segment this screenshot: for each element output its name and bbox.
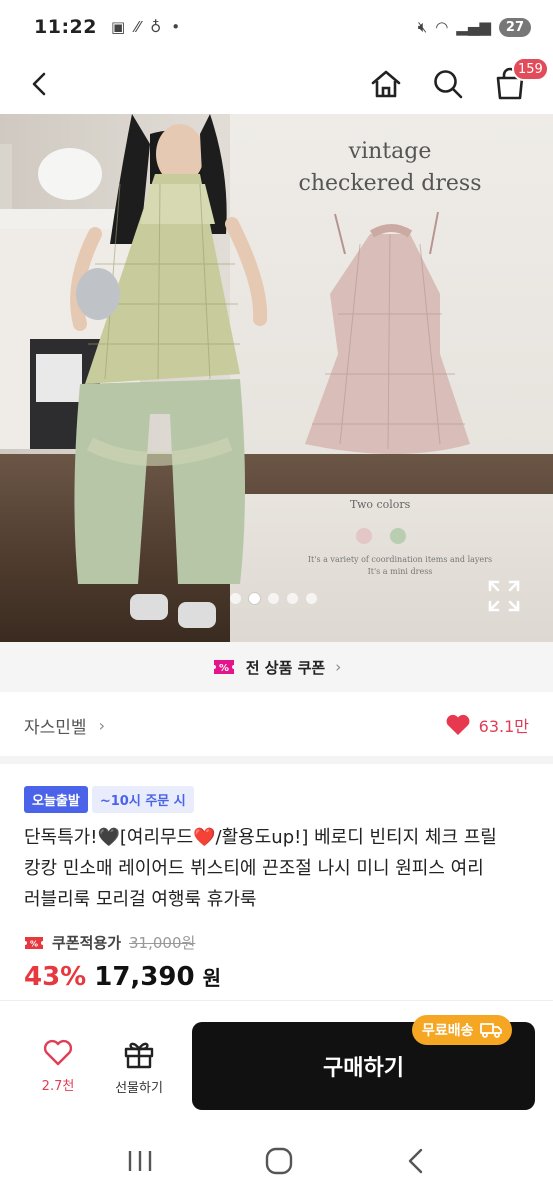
order-cutoff-tag: ~10시 주문 시: [91, 786, 194, 813]
like-count: 2.7천: [41, 1079, 75, 1094]
swatch-pink: [356, 528, 372, 544]
wifi-icon: ◠: [435, 18, 449, 36]
hero-caption: vintage checkered dress: [298, 139, 482, 196]
carousel-dot[interactable]: [287, 593, 298, 604]
search-icon[interactable]: [424, 60, 472, 108]
recent-apps-icon[interactable]: [125, 1148, 155, 1178]
gift-label: 선물하기: [115, 1081, 163, 1096]
chevron-right-icon[interactable]: ›: [99, 716, 105, 735]
truck-icon: [479, 1023, 502, 1038]
product-title: 단독특가!🖤[여리무드❤️/활용도up!] 베로디 빈티지 체크 프릴 캉캉 민…: [24, 827, 497, 910]
svg-text:%: %: [219, 663, 229, 674]
chevron-right-icon: ›: [335, 658, 342, 676]
heart-icon: [446, 714, 470, 735]
gift-button[interactable]: 선물하기: [104, 1039, 174, 1096]
free-shipping-badge: 무료배송: [412, 1015, 512, 1045]
dot-icon: •: [171, 18, 181, 36]
status-bar: 11:22 ▣ ⁄⁄ ♁ • 🔇︎ ◠ ▂▄▆ 27: [0, 0, 553, 54]
delivery-tags: 오늘출발 ~10시 주문 시: [24, 786, 194, 813]
swatch-green: [390, 528, 406, 544]
two-colors-label: Two colors: [350, 498, 411, 511]
svg-text:%: %: [30, 939, 38, 948]
coupon-icon: %: [213, 660, 234, 674]
back-icon[interactable]: [16, 60, 64, 108]
final-price: 17,390: [94, 962, 195, 992]
heart-outline-icon: [43, 1039, 73, 1066]
coupon-price-label: 쿠폰적용가: [52, 934, 122, 952]
system-nav-bar: [0, 1126, 553, 1200]
store-name[interactable]: 자스민벨: [24, 713, 87, 738]
currency-label: 원: [202, 966, 221, 990]
store-row: 자스민벨 › 63.1만: [0, 700, 553, 750]
cart-count-badge: 159: [512, 57, 549, 81]
store-like-count: 63.1만: [478, 717, 529, 736]
notification-icon: ♁: [150, 18, 162, 36]
screenshot-icon: ▣: [110, 18, 126, 36]
carousel-dots: [230, 593, 317, 604]
home-icon[interactable]: [362, 60, 410, 108]
mute-icon: 🔇︎: [417, 18, 428, 36]
product-image-carousel[interactable]: vintage checkered dress Two colors It's …: [0, 114, 553, 642]
battery-badge: 27: [498, 17, 531, 37]
carousel-dot[interactable]: [306, 593, 317, 604]
final-price-row: 43% 17,390 원: [24, 962, 221, 992]
system-back-icon[interactable]: [404, 1147, 428, 1179]
store-like[interactable]: 63.1만: [445, 713, 529, 737]
bottom-action-bar: 2.7천 선물하기 구매하기 무료배송: [0, 1000, 553, 1126]
expand-icon[interactable]: [484, 576, 524, 616]
like-button[interactable]: 2.7천: [24, 1039, 92, 1094]
top-nav: [0, 54, 553, 114]
link-icon: ⁄⁄: [135, 18, 141, 36]
free-shipping-label: 무료배송: [422, 1023, 474, 1039]
section-divider: [0, 756, 553, 764]
carousel-dot[interactable]: [230, 593, 241, 604]
status-time: 11:22: [34, 16, 97, 38]
coupon-price-row: % 쿠폰적용가 31,000원: [24, 932, 195, 953]
carousel-dot-active[interactable]: [249, 593, 260, 604]
carousel-dot[interactable]: [268, 593, 279, 604]
coupon-label: 전 상품 쿠폰: [245, 658, 326, 677]
coupon-icon: %: [25, 936, 43, 949]
discount-rate: 43%: [24, 962, 87, 992]
today-shipping-tag: 오늘출발: [24, 786, 88, 813]
all-coupon-banner[interactable]: % 전 상품 쿠폰 ›: [0, 642, 553, 692]
gift-icon: [124, 1042, 154, 1069]
signal-icon: ▂▄▆: [456, 18, 491, 36]
original-price: 31,000원: [129, 934, 196, 952]
home-button-icon[interactable]: [264, 1146, 294, 1180]
hero-note: It's a variety of coordination items and…: [307, 555, 493, 576]
